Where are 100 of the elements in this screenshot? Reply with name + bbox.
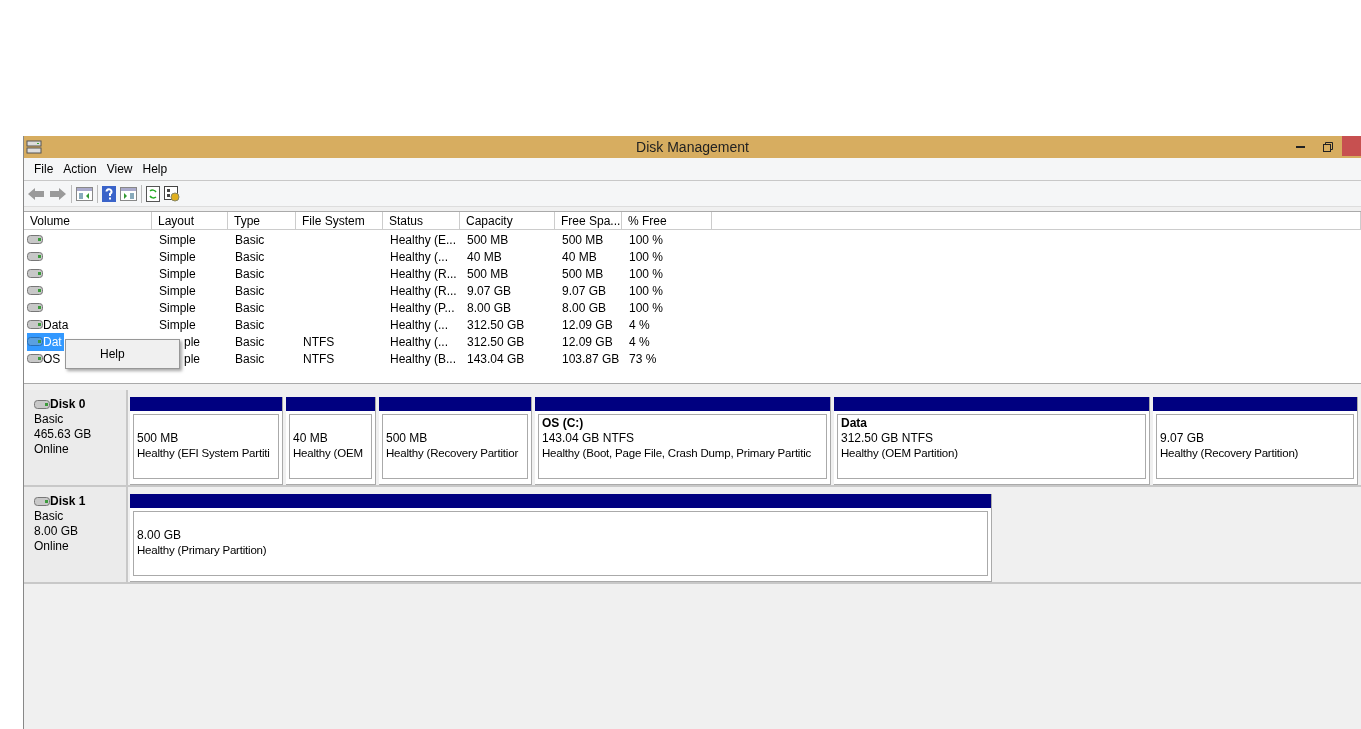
disk-name: Disk 1 xyxy=(50,494,86,509)
table-cell: 73 % xyxy=(629,351,657,366)
disk-name: Disk 0 xyxy=(50,397,86,412)
drive-icon xyxy=(34,400,50,409)
partition-size: 143.04 GB NTFS xyxy=(542,431,636,446)
column-header[interactable]: Free Spa... xyxy=(555,212,622,229)
partition-status: Healthy (Recovery Partitior xyxy=(386,446,519,461)
table-cell: Healthy (R... xyxy=(390,283,457,298)
drive-icon xyxy=(27,337,43,346)
partition-block[interactable]: 40 MB Healthy (OEM xyxy=(286,397,376,485)
disk-status: Online xyxy=(34,442,70,457)
column-header[interactable]: Type xyxy=(228,212,296,229)
table-cell: 40 MB xyxy=(562,249,597,264)
partition-block[interactable]: 500 MB Healthy (EFI System Partiti xyxy=(130,397,283,485)
volume-name[interactable]: OS xyxy=(43,349,61,368)
table-cell: 8.00 GB xyxy=(562,300,607,315)
restore-icon xyxy=(1323,142,1333,152)
table-cell: Simple xyxy=(159,317,196,332)
table-cell: Simple xyxy=(159,266,196,281)
table-cell: 4 % xyxy=(629,317,650,332)
table-cell: Simple xyxy=(159,300,196,315)
disk-management-icon xyxy=(26,140,42,154)
table-cell: 9.07 GB xyxy=(562,283,607,298)
column-header[interactable]: Volume xyxy=(24,212,152,229)
action-pane-icon[interactable] xyxy=(120,186,137,201)
table-cell: Basic xyxy=(235,232,265,247)
drive-icon xyxy=(27,269,43,278)
partition-status: Healthy (Boot, Page File, Crash Dump, Primary Partitic xyxy=(542,446,813,461)
partition-label: Data xyxy=(841,416,868,431)
table-cell: 9.07 GB xyxy=(467,283,512,298)
column-header[interactable]: Status xyxy=(383,212,460,229)
volume-name[interactable]: Data xyxy=(43,315,69,334)
partition-size: 9.07 GB xyxy=(1160,431,1206,446)
table-cell: ple xyxy=(184,334,200,349)
table-cell: 143.04 GB xyxy=(467,351,525,366)
forward-arrow-icon[interactable] xyxy=(49,186,67,201)
menu-item[interactable]: File xyxy=(29,160,59,178)
disk-size: 8.00 GB xyxy=(34,524,80,539)
partition-block[interactable]: OS (C:) 143.04 GB NTFS Healthy (Boot, Page File, Crash Dump, Primary Partitic xyxy=(535,397,831,485)
table-cell: Basic xyxy=(235,266,265,281)
drive-icon xyxy=(27,252,43,261)
table-cell: Simple xyxy=(159,249,196,264)
disk-type: Basic xyxy=(34,412,65,427)
back-arrow-icon[interactable] xyxy=(27,186,45,201)
table-cell: 8.00 GB xyxy=(467,300,512,315)
window-title: Disk Management xyxy=(636,137,749,157)
column-header[interactable]: File System xyxy=(296,212,383,229)
partition-block[interactable]: Data 312.50 GB NTFS Healthy (OEM Partition) xyxy=(834,397,1150,485)
table-cell: 500 MB xyxy=(467,266,509,281)
drive-icon xyxy=(27,303,43,312)
column-header[interactable]: Layout xyxy=(152,212,228,229)
column-header[interactable]: Capacity xyxy=(460,212,555,229)
menu-item[interactable]: View xyxy=(101,160,138,178)
table-cell: 500 MB xyxy=(562,266,604,281)
table-cell: NTFS xyxy=(303,351,335,366)
table-cell: 100 % xyxy=(629,232,664,247)
partition-size: 312.50 GB NTFS xyxy=(841,431,935,446)
refresh-icon[interactable] xyxy=(146,185,160,202)
table-cell: 500 MB xyxy=(562,232,604,247)
table-cell: Basic xyxy=(235,300,265,315)
help-icon[interactable] xyxy=(102,185,116,202)
table-cell: 100 % xyxy=(629,266,664,281)
table-cell: Healthy (E... xyxy=(390,232,457,247)
partition-size: 8.00 GB xyxy=(137,528,183,543)
table-cell: 12.09 GB xyxy=(562,317,613,332)
properties-icon[interactable] xyxy=(164,185,180,202)
menu-item[interactable]: Help xyxy=(137,160,173,178)
table-cell: Basic xyxy=(235,317,265,332)
partition-block[interactable]: 500 MB Healthy (Recovery Partitior xyxy=(379,397,532,485)
table-cell: 103.87 GB xyxy=(562,351,620,366)
table-cell: Healthy (B... xyxy=(390,351,457,366)
partition-status: Healthy (Primary Partition) xyxy=(137,543,268,558)
table-cell: 100 % xyxy=(629,249,664,264)
partition-block[interactable]: 9.07 GB Healthy (Recovery Partition) xyxy=(1153,397,1358,485)
disk-status: Online xyxy=(34,539,70,554)
partition-label: OS (C:) xyxy=(542,416,585,431)
partition-block[interactable]: 8.00 GB Healthy (Primary Partition) xyxy=(130,494,992,582)
table-cell: Basic xyxy=(235,351,265,366)
menu-item[interactable]: Action xyxy=(58,160,102,178)
column-header[interactable]: % Free xyxy=(622,212,712,229)
disk-type: Basic xyxy=(34,509,65,524)
table-cell: Healthy (R... xyxy=(390,266,457,281)
table-cell: NTFS xyxy=(303,334,335,349)
table-cell: Healthy (... xyxy=(390,249,449,264)
table-cell: Healthy (... xyxy=(390,334,449,349)
table-cell: 40 MB xyxy=(467,249,502,264)
drive-icon xyxy=(34,497,50,506)
table-cell: 4 % xyxy=(629,334,650,349)
console-tree-icon[interactable] xyxy=(76,186,93,201)
table-cell: Basic xyxy=(235,249,265,264)
partition-size: 500 MB xyxy=(386,431,429,446)
table-cell: Basic xyxy=(235,334,265,349)
context-menu-item[interactable]: Help xyxy=(66,343,179,365)
table-cell: 312.50 GB xyxy=(467,334,525,349)
partition-size: 40 MB xyxy=(293,431,329,446)
table-cell: 100 % xyxy=(629,300,664,315)
drive-icon xyxy=(27,286,43,295)
table-cell: Healthy (P... xyxy=(390,300,455,315)
partition-size: 500 MB xyxy=(137,431,180,446)
disk-size: 465.63 GB xyxy=(34,427,93,442)
